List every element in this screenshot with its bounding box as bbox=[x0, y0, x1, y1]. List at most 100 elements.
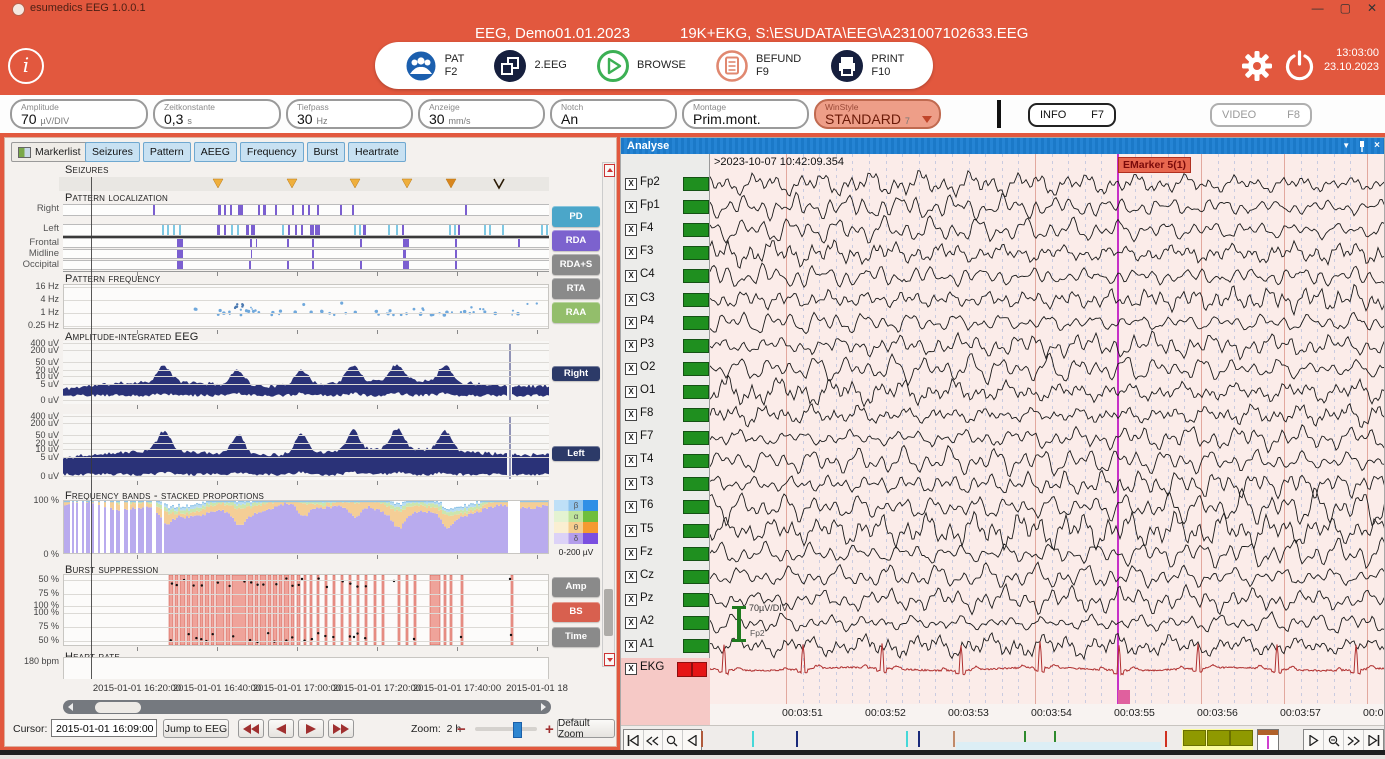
scroll-down-button[interactable] bbox=[604, 653, 615, 666]
mode-button-time[interactable]: Time bbox=[552, 627, 600, 647]
step-forward-button[interactable] bbox=[298, 719, 324, 738]
horizontal-scrollbar[interactable] bbox=[63, 700, 551, 714]
channel-checkbox[interactable]: X bbox=[625, 548, 637, 560]
setting-tiefpass[interactable]: Tiefpass 30 Hz bbox=[286, 99, 413, 129]
page-forward-button[interactable] bbox=[1304, 730, 1324, 751]
scroll-thumb[interactable] bbox=[604, 589, 613, 636]
minimize-button[interactable]: — bbox=[1312, 0, 1324, 16]
zoom-out-glass-button[interactable] bbox=[663, 730, 683, 751]
channel-quality-indicator[interactable] bbox=[683, 293, 709, 307]
channel-checkbox[interactable]: X bbox=[625, 501, 637, 513]
zoom-slider-thumb[interactable] bbox=[513, 722, 522, 738]
channel-quality-indicator[interactable] bbox=[683, 500, 709, 514]
tab-aeeg[interactable]: AEEG bbox=[194, 142, 237, 162]
info-icon[interactable]: i bbox=[8, 48, 44, 84]
channel-checkbox[interactable]: X bbox=[625, 571, 637, 583]
close-button[interactable]: ✕ bbox=[1367, 0, 1377, 16]
aeeg-left-button[interactable]: Left bbox=[552, 446, 600, 461]
jump-to-eeg-button[interactable]: Jump to EEG bbox=[163, 719, 229, 738]
settings-gear-icon[interactable] bbox=[1241, 50, 1273, 82]
pattern-button-raa[interactable]: RAA bbox=[552, 302, 600, 323]
channel-quality-indicator[interactable] bbox=[683, 616, 709, 630]
channel-quality-indicator[interactable] bbox=[683, 223, 709, 237]
pin-icon[interactable] bbox=[1358, 141, 1366, 152]
tab-pattern[interactable]: Pattern bbox=[143, 142, 191, 162]
channel-checkbox[interactable]: X bbox=[625, 340, 637, 352]
mode-button-amp[interactable]: Amp bbox=[552, 577, 600, 597]
setting-amplitude[interactable]: Amplitude 70 µV/DIV bbox=[10, 99, 148, 129]
channel-checkbox[interactable]: X bbox=[625, 294, 637, 306]
channel-quality-indicator[interactable] bbox=[683, 385, 709, 399]
channel-checkbox[interactable]: X bbox=[625, 247, 637, 259]
channel-checkbox[interactable]: X bbox=[625, 270, 637, 282]
skip-end-button[interactable] bbox=[1364, 730, 1383, 751]
info-f7-button[interactable]: INFOF7 bbox=[1028, 103, 1116, 127]
zoom-in-button[interactable]: + bbox=[545, 721, 554, 738]
scroll-up-button[interactable] bbox=[604, 164, 615, 177]
tab-frequency[interactable]: Frequency bbox=[240, 142, 304, 162]
channel-quality-indicator[interactable] bbox=[683, 639, 709, 653]
setting-winstyle[interactable]: WinStyle STANDARD 7 bbox=[814, 99, 941, 129]
fast-rewind-button[interactable] bbox=[238, 719, 264, 738]
markerlist-button[interactable]: Markerlist bbox=[11, 142, 88, 162]
channel-quality-indicator[interactable] bbox=[683, 200, 709, 214]
channel-quality-indicator[interactable] bbox=[683, 408, 709, 422]
skip-start-button[interactable] bbox=[624, 730, 644, 751]
zoom-out-button[interactable]: − bbox=[457, 721, 466, 738]
channel-quality-indicator[interactable] bbox=[683, 593, 709, 607]
channel-quality-indicator[interactable] bbox=[683, 477, 709, 491]
channel-checkbox[interactable]: X bbox=[625, 224, 637, 236]
setting-zeitkonstante[interactable]: Zeitkonstante 0,3 s bbox=[153, 99, 281, 129]
channel-quality-indicator[interactable] bbox=[683, 547, 709, 561]
cursor-line[interactable] bbox=[91, 177, 92, 679]
hypnogram-strip[interactable] bbox=[1182, 729, 1253, 751]
channel-checkbox[interactable]: X bbox=[625, 478, 637, 490]
channel-checkbox[interactable]: X bbox=[625, 594, 637, 606]
channel-red-indicator[interactable] bbox=[677, 662, 692, 677]
channel-quality-indicator[interactable] bbox=[683, 246, 709, 260]
analyse-titlebar[interactable]: Analyse bbox=[621, 138, 1384, 154]
channel-checkbox[interactable]: X bbox=[625, 455, 637, 467]
setting-montage[interactable]: Montage Prim.mont. bbox=[682, 99, 809, 129]
fast-forward-button[interactable] bbox=[328, 719, 354, 738]
pattern-button-rda-s[interactable]: RDA+S bbox=[552, 254, 600, 275]
zoom-slider[interactable] bbox=[475, 727, 537, 731]
tab-burst[interactable]: Burst bbox=[307, 142, 346, 162]
channel-checkbox[interactable]: X bbox=[625, 409, 637, 421]
step-back-button[interactable] bbox=[268, 719, 294, 738]
channel-checkbox[interactable]: X bbox=[625, 201, 637, 213]
aeeg-right-button[interactable]: Right bbox=[552, 366, 600, 381]
fast-forward-button-right[interactable] bbox=[1344, 730, 1364, 751]
panel-close-icon[interactable]: × bbox=[1374, 138, 1380, 154]
default-zoom-button[interactable]: Default Zoom bbox=[557, 719, 615, 738]
channel-checkbox[interactable]: X bbox=[625, 617, 637, 629]
channel-quality-indicator[interactable] bbox=[683, 316, 709, 330]
pattern-button-pd[interactable]: PD bbox=[552, 206, 600, 227]
setting-anzeige[interactable]: Anzeige 30 mm/s bbox=[418, 99, 545, 129]
pat-button[interactable]: PATF2 bbox=[404, 49, 465, 83]
befund-button[interactable]: BEFUNDF9 bbox=[715, 49, 801, 83]
channel-checkbox[interactable]: X bbox=[625, 663, 637, 675]
scroll-left-icon[interactable] bbox=[68, 703, 73, 711]
second-eeg-button[interactable]: 2.EEG bbox=[493, 49, 566, 83]
winstyle-dropdown-icon[interactable] bbox=[922, 116, 932, 123]
page-back-button[interactable] bbox=[683, 730, 702, 751]
montage-table-icon[interactable] bbox=[1257, 729, 1279, 751]
print-button[interactable]: PRINTF10 bbox=[830, 49, 904, 83]
panel-dropdown-icon[interactable]: ▼ bbox=[1342, 138, 1350, 154]
channel-quality-indicator[interactable] bbox=[683, 524, 709, 538]
channel-quality-indicator[interactable] bbox=[683, 570, 709, 584]
channel-quality-indicator[interactable] bbox=[683, 431, 709, 445]
mode-button-bs[interactable]: BS bbox=[552, 602, 600, 622]
eeg-trace-area[interactable]: >2023-10-07 10:42:09.354 EMarker 5(1) 70… bbox=[710, 154, 1385, 704]
pattern-button-rda[interactable]: RDA bbox=[552, 230, 600, 251]
pattern-button-rta[interactable]: RTA bbox=[552, 278, 600, 299]
setting-notch[interactable]: Notch An bbox=[550, 99, 677, 129]
channel-checkbox[interactable]: X bbox=[625, 178, 637, 190]
vertical-scrollbar[interactable] bbox=[602, 162, 615, 667]
browse-button[interactable]: BROWSE bbox=[596, 49, 686, 83]
channel-quality-indicator[interactable] bbox=[683, 362, 709, 376]
tab-heartrate[interactable]: Heartrate bbox=[348, 142, 406, 162]
video-f8-button[interactable]: VIDEOF8 bbox=[1210, 103, 1312, 127]
rewind-button[interactable] bbox=[644, 730, 664, 751]
